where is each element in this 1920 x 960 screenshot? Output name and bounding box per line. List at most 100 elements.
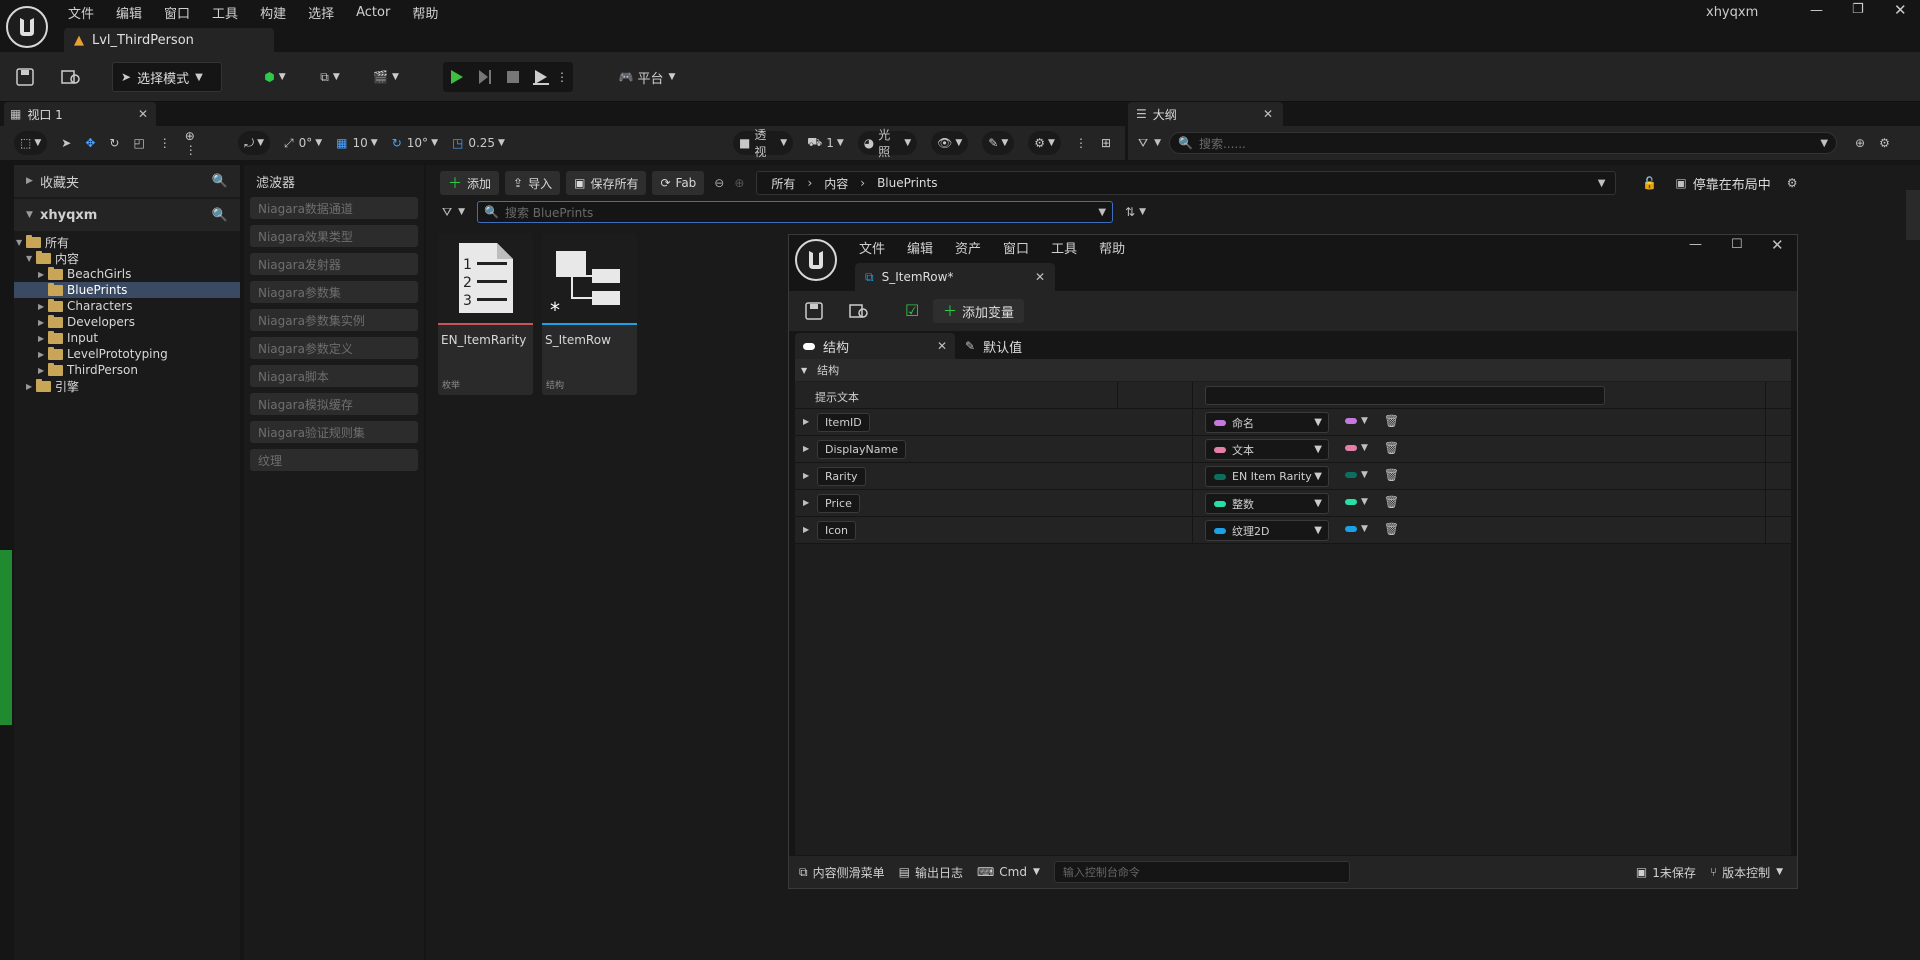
tooltip-input[interactable] — [1205, 386, 1605, 405]
menu-file[interactable]: 文件 — [68, 3, 94, 22]
search-icon[interactable]: 🔍 — [212, 208, 228, 223]
delete-icon[interactable]: 🗑 — [1384, 414, 1399, 428]
scale-icon[interactable]: ◰ — [133, 136, 144, 150]
minimize-button[interactable]: — — [1810, 3, 1823, 18]
surface-snap[interactable]: ⤾ ▼ — [238, 131, 270, 155]
filter-item[interactable]: Niagara参数集 — [250, 281, 418, 303]
tree-item-thirdperson[interactable]: ▶ ThirdPerson — [14, 362, 240, 378]
browse-icon[interactable] — [849, 302, 869, 320]
chevron-down-icon[interactable]: ▼ — [1598, 178, 1606, 189]
play-icon[interactable] — [443, 62, 471, 92]
move-icon[interactable]: ✥ — [85, 136, 95, 150]
content-drawer-button[interactable]: ⧉ 内容侧滑菜单 — [799, 864, 885, 881]
menu-help[interactable]: 帮助 — [412, 3, 438, 22]
breadcrumb-item[interactable]: 所有 — [771, 175, 795, 192]
checklist-icon[interactable]: ☑ — [905, 301, 919, 320]
add-variable-button[interactable]: ＋ 添加变量 — [933, 299, 1025, 323]
menu-actor[interactable]: Actor — [356, 5, 390, 20]
show-button[interactable]: 👁 ▼ — [931, 131, 969, 155]
viewport-tab[interactable]: ▦ 视口 1 ✕ — [4, 102, 156, 126]
step-icon[interactable] — [471, 62, 499, 92]
outliner-tab[interactable]: ☰ 大纲 ✕ — [1128, 102, 1283, 126]
tree-item-blueprints[interactable]: BluePrints — [14, 282, 240, 298]
filter-item[interactable]: 纹理 — [250, 449, 418, 471]
menu-window[interactable]: 窗口 — [164, 3, 190, 22]
forward-icon[interactable]: ⊕ — [734, 176, 744, 190]
field-type-select[interactable]: EN Item Rarity ▼ — [1205, 466, 1329, 487]
scale-snap[interactable]: ◳ 0.25 ▼ — [452, 136, 505, 150]
filter-item[interactable]: Niagara参数集实例 — [250, 309, 418, 331]
field-type-select[interactable]: 文本 ▼ — [1205, 439, 1329, 460]
expand-icon[interactable]: ▶ — [803, 444, 809, 453]
lighting-button[interactable]: ◕ 光照 ▼ — [857, 128, 918, 159]
add-button[interactable]: ＋添加 — [440, 171, 500, 195]
menu-select[interactable]: 选择 — [308, 3, 334, 22]
expand-icon[interactable]: ▶ — [803, 417, 809, 426]
field-type-select[interactable]: 命名 ▼ — [1205, 412, 1329, 433]
world-icon[interactable]: ⊕ ⋮ — [185, 129, 210, 157]
angle-snap[interactable]: ↻ 10° ▼ — [392, 136, 438, 150]
tree-item-engine[interactable]: ▶ 引擎 — [14, 378, 240, 394]
grid-snap[interactable]: ▦ 10 ▼ — [336, 136, 378, 150]
filter-item[interactable]: Niagara验证规则集 — [250, 421, 418, 443]
delete-icon[interactable]: 🗑 — [1384, 441, 1399, 455]
source-control-button[interactable]: ⑂ 版本控制 ▼ — [1710, 864, 1783, 881]
container-type-select[interactable]: ▼ 🗑 — [1345, 495, 1399, 509]
search-icon[interactable]: 🔍 — [212, 174, 228, 189]
dock-button[interactable]: 停靠在布局中 — [1693, 174, 1771, 193]
mode-select[interactable]: ➤ 选择模式 ▼ — [112, 62, 222, 92]
maximize-button[interactable]: ☐ — [1731, 237, 1743, 252]
tab-defaults[interactable]: ✎ 默认值 — [955, 337, 1022, 356]
close-icon[interactable]: ✕ — [937, 339, 947, 353]
console-input[interactable]: 输入控制台命令 — [1053, 861, 1350, 883]
menu-tools[interactable]: 工具 — [212, 3, 238, 22]
sort-icon[interactable]: ⇅ — [1125, 205, 1135, 219]
container-type-select[interactable]: ▼ 🗑 — [1345, 522, 1399, 536]
project-header[interactable]: ▼ xhyqxm 🔍 — [14, 199, 240, 231]
close-icon[interactable]: ✕ — [1035, 270, 1045, 284]
add-folder-icon[interactable]: ⊕ — [1855, 136, 1865, 150]
rotation-snap[interactable]: ⤢ 0° ▼ — [284, 136, 322, 151]
transform-mode-select[interactable]: ⬚ ▼ — [14, 131, 48, 155]
close-icon[interactable]: ✕ — [1263, 107, 1273, 121]
filter-item[interactable]: Niagara发射器 — [250, 253, 418, 275]
menu-edit[interactable]: 编辑 — [116, 3, 142, 22]
layout-icon[interactable]: ⊞ — [1101, 136, 1111, 150]
menu-build[interactable]: 构建 — [260, 3, 286, 22]
camera-speed[interactable]: ⛟ 1 ▼ — [807, 135, 844, 151]
menu-file[interactable]: 文件 — [859, 238, 885, 257]
filter-item[interactable]: Niagara效果类型 — [250, 225, 418, 247]
field-name-input[interactable]: Price — [817, 494, 860, 513]
close-button[interactable]: ✕ — [1894, 1, 1907, 19]
restore-button[interactable]: ❐ — [1852, 2, 1864, 17]
filter-item[interactable]: Niagara参数定义 — [250, 337, 418, 359]
tree-item-beachgirls[interactable]: ▶ BeachGirls — [14, 266, 240, 282]
menu-tools[interactable]: 工具 — [1051, 238, 1077, 257]
save-icon[interactable] — [12, 62, 38, 92]
tree-item-characters[interactable]: ▶ Characters — [14, 298, 240, 314]
container-type-select[interactable]: ▼ 🗑 — [1345, 414, 1399, 428]
output-log-button[interactable]: ▤ 输出日志 — [899, 864, 963, 881]
filter-icon[interactable]: ⛛ — [1138, 136, 1148, 151]
field-name-input[interactable]: ItemID — [817, 413, 870, 432]
level-tab[interactable]: ▲ Lvl_ThirdPerson — [64, 28, 274, 52]
field-name-input[interactable]: Rarity — [817, 467, 866, 486]
container-type-select[interactable]: ▼ 🗑 — [1345, 441, 1399, 455]
fab-button[interactable]: ⟳ Fab — [652, 171, 705, 195]
content-search-input[interactable]: 🔍 搜索 BluePrints ▼ — [477, 201, 1114, 223]
tree-item-all[interactable]: ▼ 所有 — [14, 234, 240, 250]
cmd-select[interactable]: ⌨ Cmd ▼ — [977, 865, 1040, 879]
menu-window[interactable]: 窗口 — [1003, 238, 1029, 257]
realtime-button[interactable]: ✎ ▼ — [982, 131, 1015, 155]
field-type-select[interactable]: 纹理2D ▼ — [1205, 520, 1329, 541]
tree-item-developers[interactable]: ▶ Developers — [14, 314, 240, 330]
expand-icon[interactable]: ▶ — [803, 498, 809, 507]
unreal-logo-icon[interactable] — [6, 6, 48, 48]
blueprint-button[interactable]: ⧉ ▼ — [310, 62, 350, 92]
save-all-button[interactable]: ▣ 保存所有 — [566, 171, 647, 195]
viewport-more-icon[interactable]: ⋮ — [1075, 136, 1087, 150]
filter-item[interactable]: Niagara脚本 — [250, 365, 418, 387]
gear-icon[interactable]: ⚙ — [1787, 176, 1798, 190]
asset-struct[interactable]: * S_ItemRow 结构 — [542, 233, 637, 395]
tree-item-input[interactable]: ▶ Input — [14, 330, 240, 346]
